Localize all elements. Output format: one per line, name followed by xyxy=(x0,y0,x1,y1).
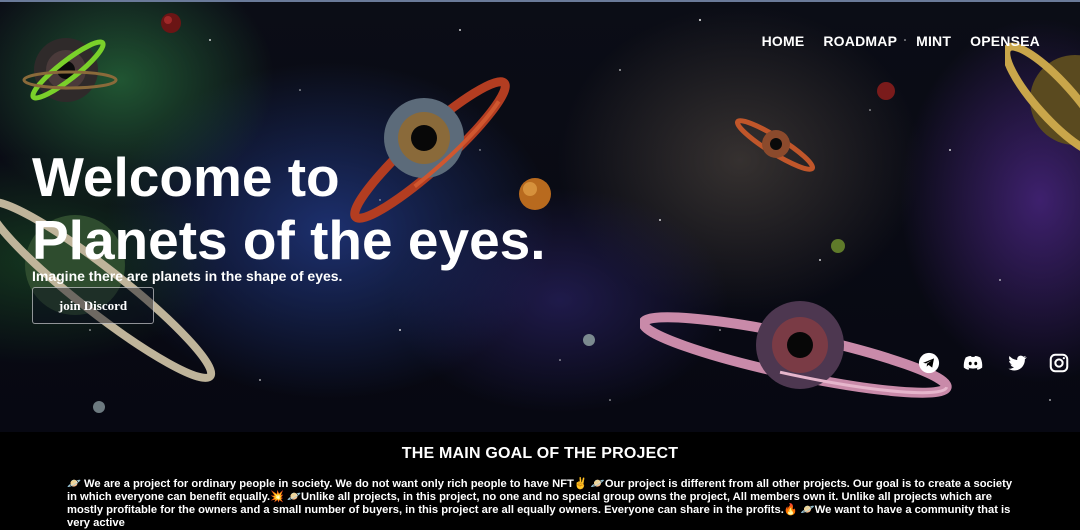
social-links xyxy=(918,352,1070,374)
logo[interactable] xyxy=(18,30,118,110)
nav-mint[interactable]: MINT xyxy=(916,33,951,49)
goal-heading: THE MAIN GOAL OF THE PROJECT xyxy=(401,445,679,462)
red-planet xyxy=(161,13,181,33)
hero-title-line2: Planets of the eyes. xyxy=(32,209,546,271)
green-planet xyxy=(831,239,845,253)
nav-opensea[interactable]: OPENSEA xyxy=(970,33,1040,49)
join-discord-button[interactable]: join Discord xyxy=(32,287,154,324)
hero-title: Welcome to Planets of the eyes. xyxy=(32,146,546,272)
telegram-icon[interactable] xyxy=(918,352,940,374)
grey-planet-2 xyxy=(583,334,595,346)
ringed-planet-right xyxy=(1005,42,1080,158)
hero-tagline: Imagine there are planets in the shape o… xyxy=(32,268,343,284)
instagram-icon[interactable] xyxy=(1048,352,1070,374)
main-goal-section: THE MAIN GOAL OF THE PROJECT 🪐 We are a … xyxy=(0,432,1080,529)
goal-body: 🪐 We are a project for ordinary people i… xyxy=(67,478,1013,529)
nav-roadmap[interactable]: ROADMAP xyxy=(823,33,897,49)
nav-home[interactable]: HOME xyxy=(762,33,805,49)
hero-title-line1: Welcome to xyxy=(32,146,340,208)
red-planet-small xyxy=(877,82,895,100)
twitter-icon[interactable] xyxy=(1006,352,1028,374)
top-border xyxy=(0,0,1080,2)
grey-planet xyxy=(93,401,105,413)
discord-icon[interactable] xyxy=(960,352,986,374)
eye-planet-small-ring xyxy=(734,118,816,172)
eye-planet-pink-ring xyxy=(640,301,952,398)
main-nav: HOME ROADMAP MINT OPENSEA xyxy=(743,33,1040,49)
